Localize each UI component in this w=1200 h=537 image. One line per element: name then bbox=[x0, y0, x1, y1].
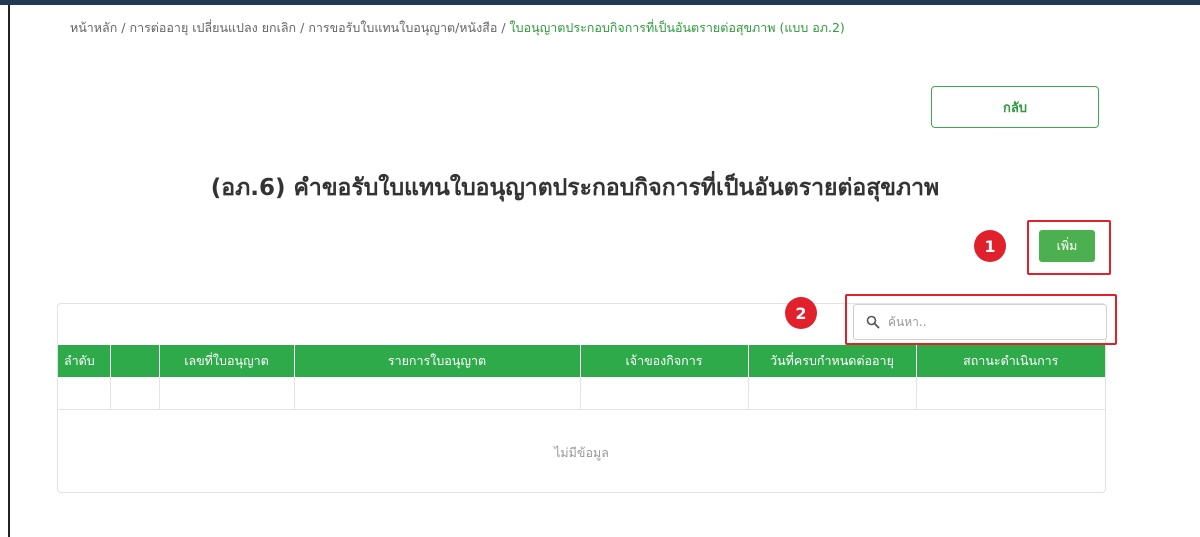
breadcrumb: หน้าหลัก / การต่ออายุ เปลี่ยนแปลง ยกเลิก / ก… bbox=[70, 20, 845, 35]
add-button[interactable]: เพิ่ม bbox=[1039, 230, 1095, 262]
col-header-blank bbox=[110, 345, 160, 377]
breadcrumb-replacement[interactable]: การขอรับใบแทนใบอนุญาต/หนังสือ bbox=[308, 20, 497, 35]
back-button[interactable]: กลับ bbox=[931, 86, 1099, 128]
col-header-owner[interactable]: เจ้าของกิจการ bbox=[580, 345, 749, 377]
breadcrumb-current: ใบอนุญาตประกอบกิจการที่เป็นอันตรายต่อสุข… bbox=[509, 20, 845, 35]
top-border bbox=[0, 0, 1200, 5]
table-header-row: ลำดับ เลขที่ใบอนุญาต รายการใบอนุญาต เจ้า… bbox=[58, 345, 1105, 377]
breadcrumb-home[interactable]: หน้าหลัก bbox=[70, 20, 117, 35]
col-header-due-date[interactable]: วันที่ครบกำหนดต่ออายุ bbox=[748, 345, 917, 377]
breadcrumb-renewal[interactable]: การต่ออายุ เปลี่ยนแปลง ยกเลิก bbox=[130, 20, 297, 35]
col-header-status[interactable]: สถานะดำเนินการ bbox=[916, 345, 1105, 377]
col-header-index[interactable]: ลำดับ bbox=[58, 345, 111, 377]
search-icon bbox=[866, 315, 880, 329]
table-row bbox=[58, 377, 1105, 410]
data-table: ลำดับ เลขที่ใบอนุญาต รายการใบอนุญาต เจ้า… bbox=[58, 345, 1105, 410]
col-header-license-no[interactable]: เลขที่ใบอนุญาต bbox=[159, 345, 295, 377]
search-input[interactable] bbox=[888, 315, 1088, 329]
annotation-badge-1: 1 bbox=[974, 230, 1006, 262]
page-title: (อภ.6) คำขอรับใบแทนใบอนุญาตประกอบกิจการท… bbox=[210, 175, 940, 201]
annotation-badge-2: 2 bbox=[785, 297, 817, 329]
col-header-license-list[interactable]: รายการใบอนุญาต bbox=[294, 345, 581, 377]
empty-state-text: ไม่มีข้อมูล bbox=[554, 445, 609, 460]
left-border bbox=[8, 5, 10, 537]
search-field[interactable] bbox=[853, 304, 1107, 340]
